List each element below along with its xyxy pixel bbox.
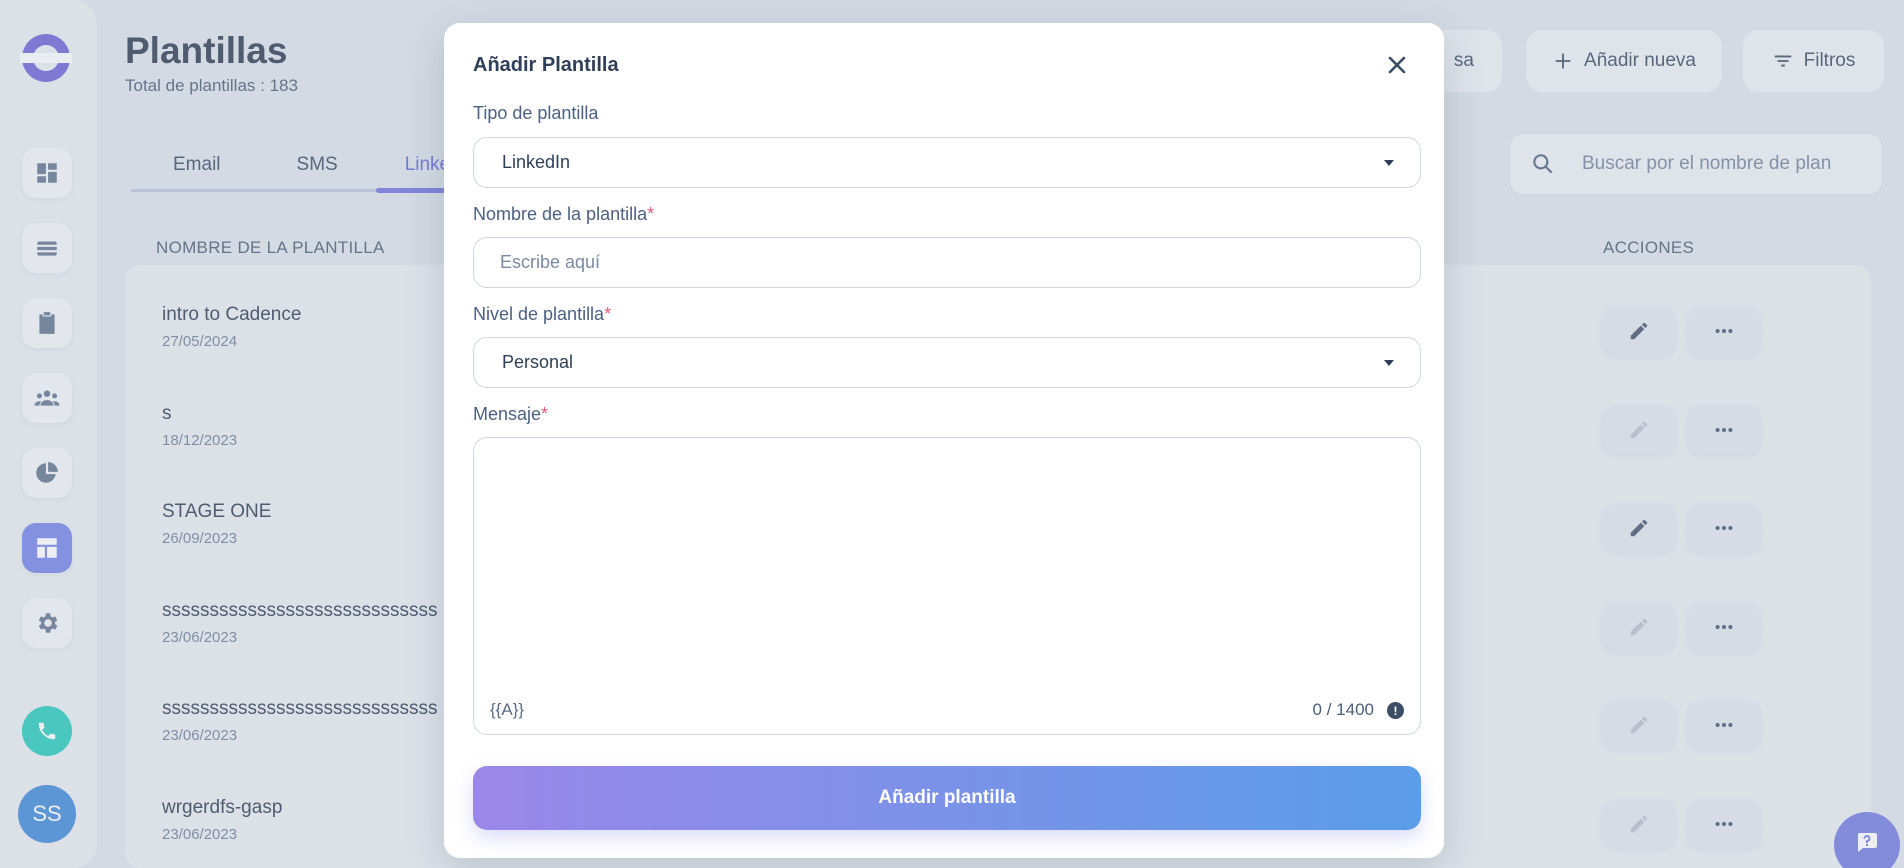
template-name-input[interactable]: [500, 252, 1380, 273]
modal-title: Añadir Plantilla: [473, 54, 619, 76]
required-mark: *: [541, 404, 549, 424]
message-label: Mensaje*: [473, 404, 548, 425]
add-template-modal: Añadir Plantilla Tipo de plantilla Linke…: [444, 23, 1444, 858]
template-level-label-text: Nivel de plantilla: [473, 304, 605, 324]
insert-variable-button[interactable]: {{A}}: [490, 700, 524, 720]
template-level-select[interactable]: Personal: [473, 337, 1421, 388]
template-level-label: Nivel de plantilla*: [473, 304, 611, 325]
template-type-select[interactable]: LinkedIn: [473, 137, 1421, 188]
chevron-down-icon: [1384, 359, 1394, 366]
message-textarea[interactable]: [490, 452, 1402, 672]
template-name-label: Nombre de la plantilla*: [473, 204, 654, 225]
info-icon[interactable]: !: [1387, 702, 1404, 719]
template-name-label-text: Nombre de la plantilla: [473, 204, 648, 224]
chevron-down-icon: [1384, 159, 1394, 166]
message-field[interactable]: {{A}} 0 / 1400 !: [473, 437, 1421, 735]
character-counter: 0 / 1400: [1312, 700, 1374, 719]
template-level-value: Personal: [502, 352, 574, 372]
close-icon[interactable]: [1381, 49, 1413, 81]
required-mark: *: [647, 204, 655, 224]
template-type-value: LinkedIn: [502, 152, 571, 172]
template-type-label: Tipo de plantilla: [473, 103, 599, 123]
add-template-submit-button[interactable]: Añadir plantilla: [473, 766, 1421, 830]
template-name-field[interactable]: [473, 237, 1421, 288]
required-mark: *: [604, 304, 612, 324]
message-label-text: Mensaje: [473, 404, 542, 424]
